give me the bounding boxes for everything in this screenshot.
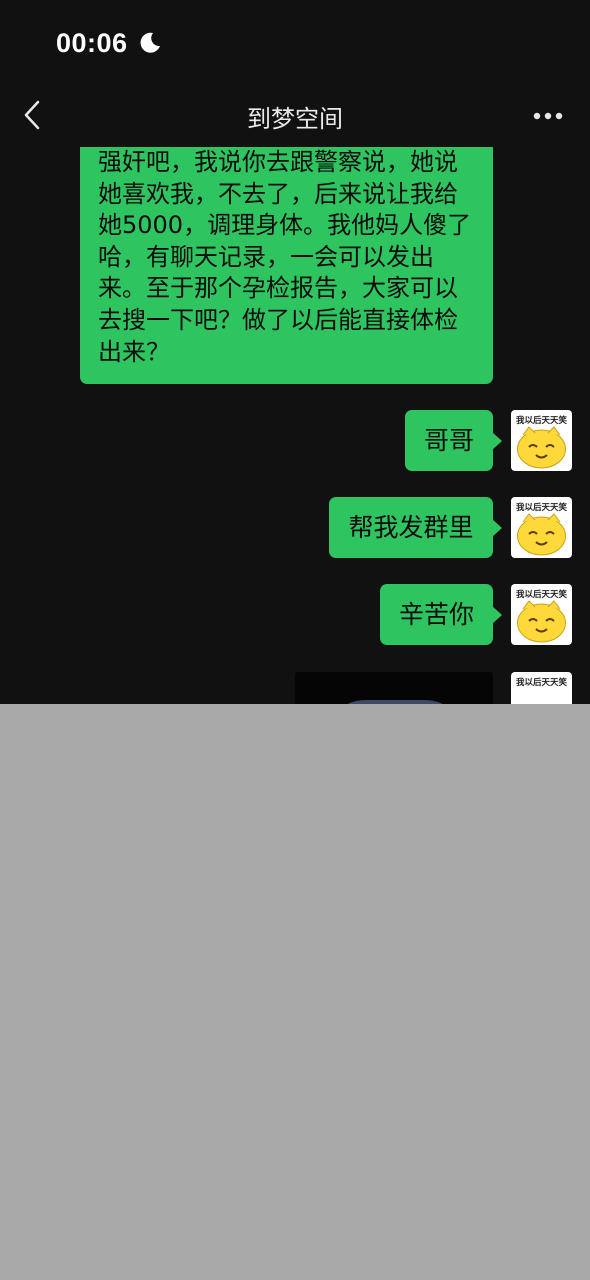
message-bubble-thanks[interactable]: 辛苦你 bbox=[380, 584, 502, 645]
moon-icon bbox=[140, 32, 160, 53]
avatar[interactable]: 我以后天天笑 bbox=[511, 410, 572, 471]
message-bubble-gege[interactable]: 哥哥 bbox=[405, 410, 502, 471]
avatar[interactable]: 我以后天天笑 bbox=[511, 497, 572, 558]
status-time: 00:06 bbox=[56, 28, 128, 58]
redacted-area bbox=[0, 704, 590, 1280]
avatar-caption: 我以后天天笑 bbox=[515, 678, 567, 688]
message-bubble-post-group[interactable]: 帮我发群里 bbox=[329, 497, 502, 558]
smiley-face-icon bbox=[517, 600, 566, 643]
avatar[interactable]: 我以后天天笑 bbox=[511, 584, 572, 645]
message-bubble-long[interactable]: 强奸吧，我说你去跟警察说，她说她喜欢我，不去了，后来说让我给她5000，调理身体… bbox=[80, 147, 493, 384]
chat-title: 到梦空间 bbox=[247, 105, 343, 133]
image-message[interactable] bbox=[295, 672, 493, 704]
avatar[interactable]: 我以后天天笑 bbox=[511, 672, 572, 704]
smiley-face-icon bbox=[517, 426, 566, 469]
chat-area[interactable]: 强奸吧，我说你去跟警察说，她说她喜欢我，不去了，后来说让我给她5000，调理身体… bbox=[0, 147, 590, 704]
nav-bar: 到梦空间 bbox=[0, 85, 590, 147]
smiley-face-icon bbox=[517, 513, 566, 556]
more-icon[interactable] bbox=[532, 111, 564, 121]
status-bar: 00:06 bbox=[0, 0, 590, 85]
